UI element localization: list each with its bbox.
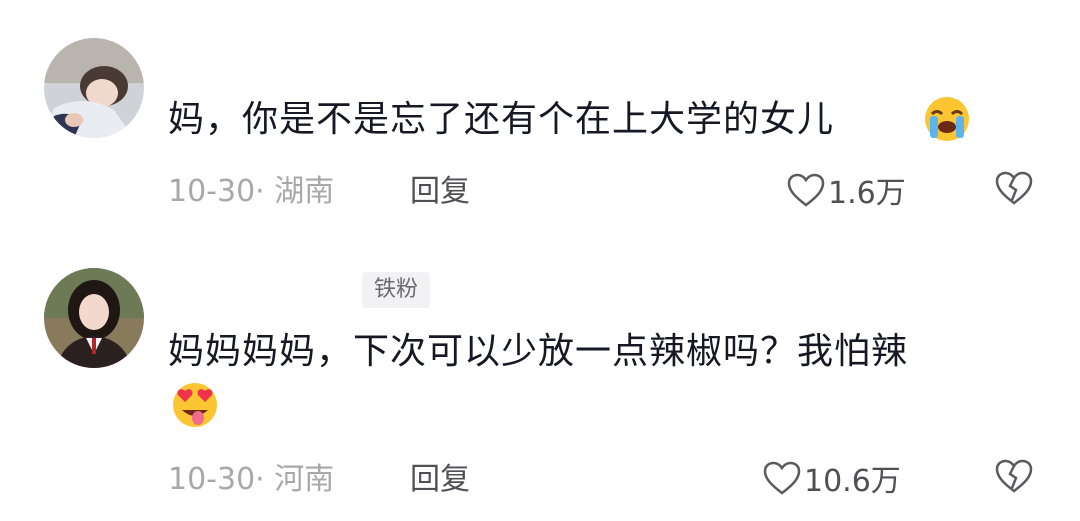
fan-badge: 铁粉 xyxy=(362,272,431,308)
broken-heart-icon xyxy=(995,171,1033,205)
heart-eyes-tongue-face-icon xyxy=(170,380,220,430)
loudly-crying-face-icon xyxy=(922,94,972,144)
dislike-button[interactable] xyxy=(994,458,1034,494)
comment-date-location: 10-30· 河南 xyxy=(168,462,335,497)
dislike-button[interactable] xyxy=(994,170,1034,206)
comment-text: 妈，你是不是忘了还有个在上大学的女儿 xyxy=(168,99,835,140)
reply-button[interactable]: 回复 xyxy=(410,454,470,498)
heart-icon xyxy=(787,173,825,207)
user-avatar[interactable] xyxy=(44,38,144,138)
avatar-image xyxy=(44,38,144,138)
broken-heart-icon xyxy=(995,459,1033,493)
reply-button[interactable]: 回复 xyxy=(410,166,470,210)
like-count: 1.6万 xyxy=(828,176,906,211)
heart-icon xyxy=(763,461,801,495)
comment-date-location: 10-30· 湖南 xyxy=(168,174,335,209)
like-count: 10.6万 xyxy=(804,464,901,499)
user-avatar[interactable] xyxy=(44,268,144,368)
avatar-image xyxy=(44,268,144,368)
comment-text: 妈妈妈妈，下次可以少放一点辣椒吗？我怕辣 xyxy=(168,331,909,372)
like-button[interactable]: 1.6万 xyxy=(786,168,906,212)
like-button[interactable]: 10.6万 xyxy=(762,456,901,500)
